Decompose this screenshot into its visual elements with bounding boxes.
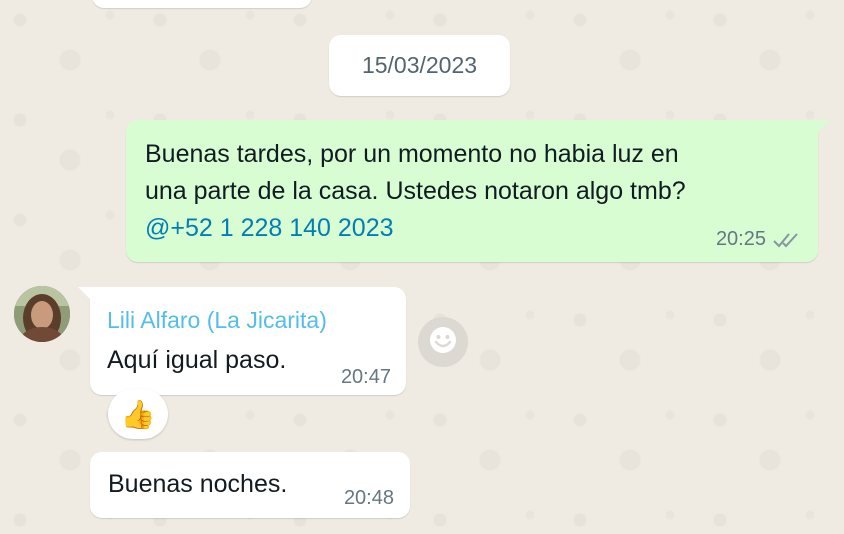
- date-divider: 15/03/2023: [329, 35, 510, 96]
- incoming-bubble-tail: [78, 287, 92, 301]
- outgoing-message-line: Buenas tardes, por un momento no habia l…: [145, 140, 679, 168]
- thumbs-up-reaction: 👍: [120, 398, 156, 430]
- incoming-message-meta: 20:47: [341, 366, 391, 389]
- smiley-icon: [428, 325, 458, 360]
- date-divider-label: 15/03/2023: [361, 52, 478, 78]
- incoming-message-meta: 20:48: [344, 487, 394, 510]
- incoming-message-bubble[interactable]: Lili Alfaro (La Jicarita) Aquí igual pas…: [78, 287, 406, 395]
- reaction-chip[interactable]: 👍: [108, 389, 168, 439]
- outgoing-message-bubble[interactable]: Buenas tardes, por un momento no habia l…: [126, 120, 830, 262]
- previous-message-bubble: [92, 0, 312, 8]
- mention-link[interactable]: @+52 1 228 140 2023: [145, 210, 394, 247]
- incoming-message-text: Aquí igual paso.: [107, 346, 287, 374]
- outgoing-message-meta: 20:25: [716, 228, 802, 251]
- message-time: 20:25: [715, 228, 766, 250]
- emoji-reaction-button[interactable]: [418, 317, 468, 367]
- message-time: 20:48: [343, 487, 394, 509]
- message-time: 20:47: [340, 366, 391, 388]
- outgoing-bubble-tail: [816, 120, 830, 134]
- avatar[interactable]: [14, 286, 70, 342]
- double-check-icon: [772, 231, 802, 249]
- outgoing-message-line: una parte de la casa. Ustedes notaron al…: [145, 177, 686, 205]
- incoming-message-text: Buenas noches.: [108, 470, 288, 498]
- sender-name[interactable]: Lili Alfaro (La Jicarita): [107, 307, 327, 334]
- incoming-message-bubble[interactable]: Buenas noches. 20:48: [90, 452, 410, 518]
